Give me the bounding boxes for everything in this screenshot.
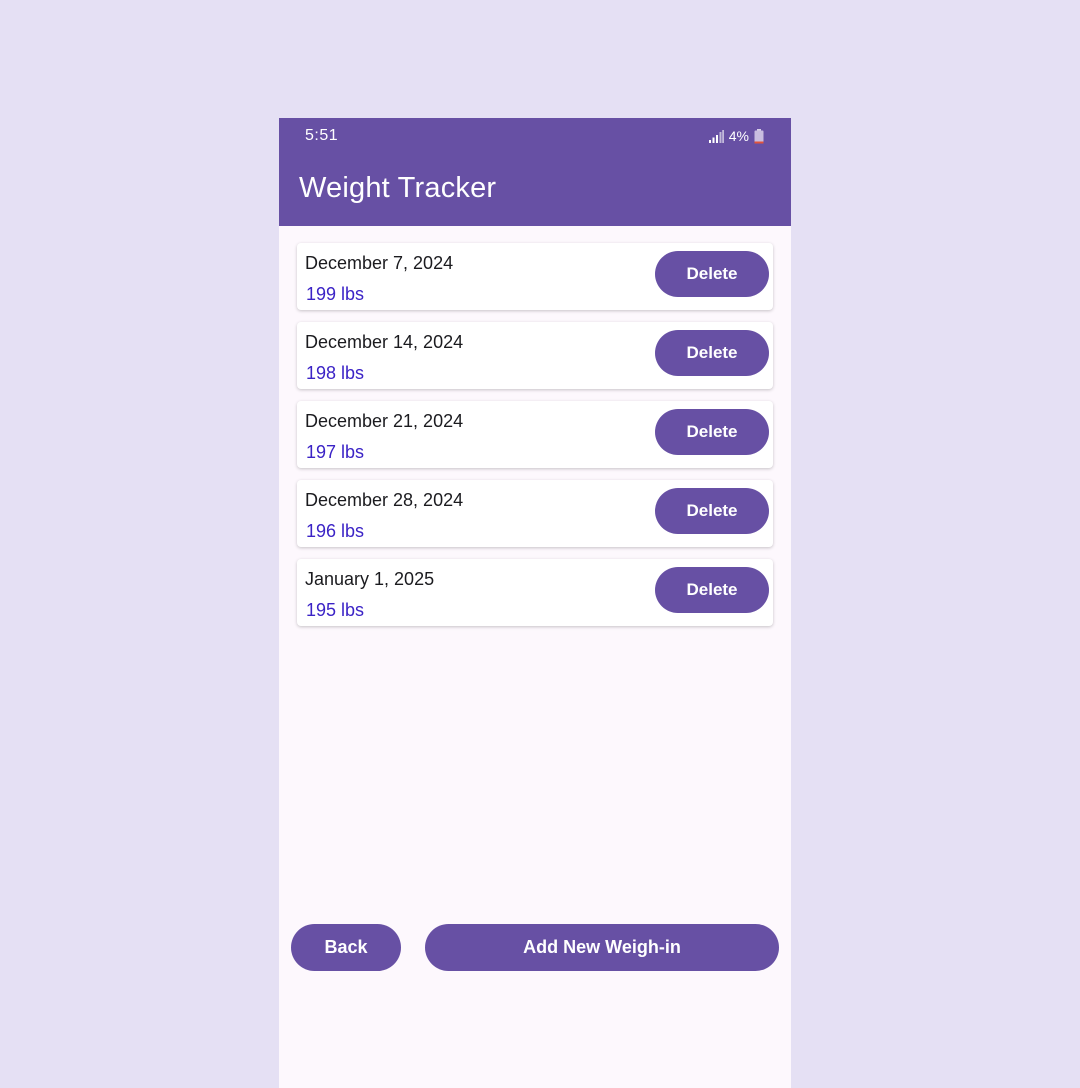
weigh-in-card: December 14, 2024 198 lbs Delete [297, 322, 773, 389]
battery-icon [754, 128, 764, 144]
phone-screen: 5:51 4% Weight Tracker December 7, 2024 … [279, 118, 791, 1088]
weigh-in-card: December 28, 2024 196 lbs Delete [297, 480, 773, 547]
entry-date: January 1, 2025 [305, 569, 435, 589]
delete-button[interactable]: Delete [655, 488, 769, 534]
entry-weight: 195 lbs [306, 600, 365, 620]
weigh-in-list: December 7, 2024 199 lbs Delete December… [297, 243, 773, 638]
back-button[interactable]: Back [291, 924, 401, 971]
page-title: Weight Tracker [299, 172, 497, 204]
entry-date: December 28, 2024 [305, 490, 464, 510]
entry-weight: 196 lbs [306, 521, 365, 541]
signal-icon [708, 129, 724, 143]
entry-date: December 14, 2024 [305, 332, 464, 352]
delete-button[interactable]: Delete [655, 251, 769, 297]
entry-weight: 197 lbs [306, 442, 365, 462]
delete-button[interactable]: Delete [655, 567, 769, 613]
battery-percent: 4% [728, 128, 749, 144]
delete-button[interactable]: Delete [655, 330, 769, 376]
status-indicators: 4% [708, 127, 764, 145]
weigh-in-card: December 7, 2024 199 lbs Delete [297, 243, 773, 310]
entry-weight: 199 lbs [306, 284, 365, 304]
entry-date: December 7, 2024 [305, 253, 454, 273]
delete-button[interactable]: Delete [655, 409, 769, 455]
weigh-in-card: January 1, 2025 195 lbs Delete [297, 559, 773, 626]
weigh-in-card: December 21, 2024 197 lbs Delete [297, 401, 773, 468]
app-header: 5:51 4% Weight Tracker [279, 118, 791, 226]
entry-date: December 21, 2024 [305, 411, 464, 431]
status-time: 5:51 [305, 127, 339, 144]
add-weigh-in-button[interactable]: Add New Weigh-in [425, 924, 779, 971]
entry-weight: 198 lbs [306, 363, 365, 383]
